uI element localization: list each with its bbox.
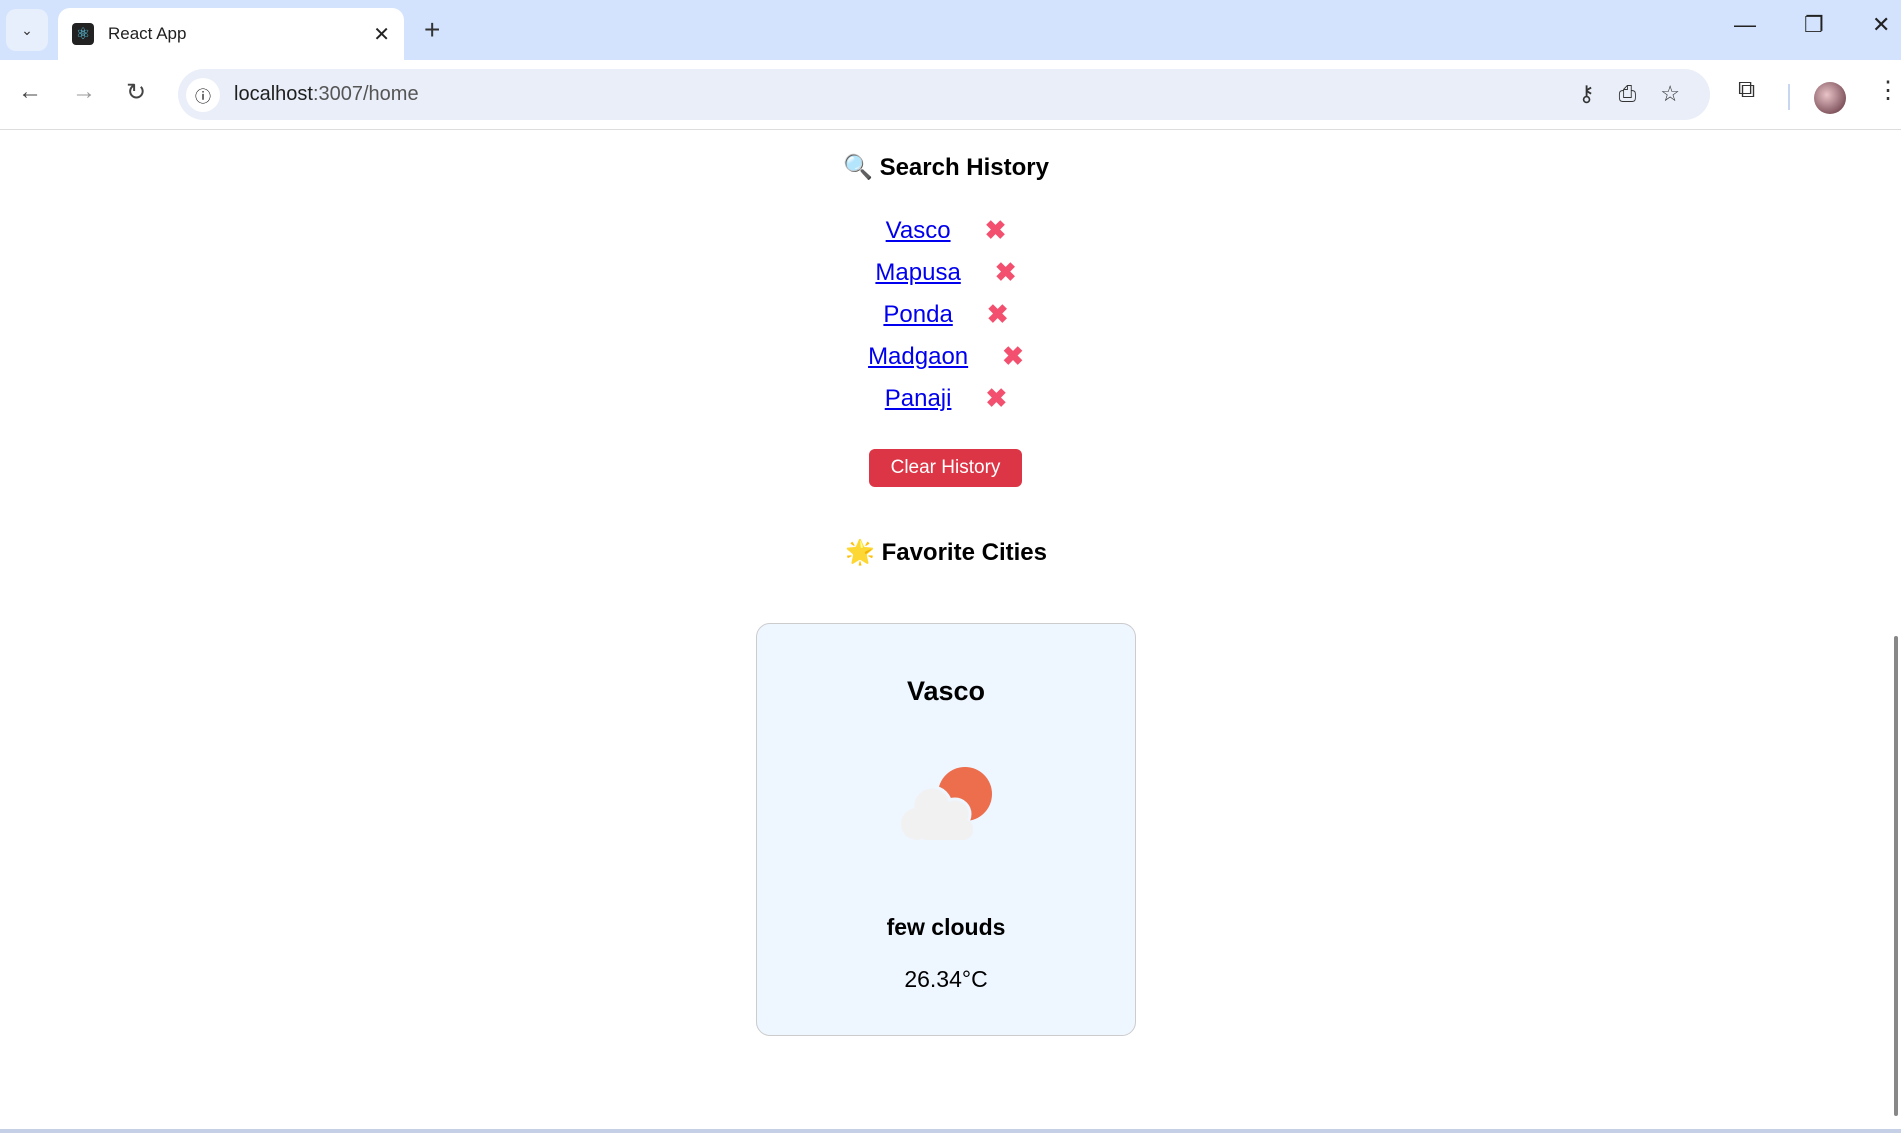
- react-favicon: ⚛: [72, 23, 94, 45]
- restore-icon[interactable]: ❐: [1804, 12, 1824, 38]
- reload-icon[interactable]: ↻: [126, 78, 146, 107]
- remove-icon[interactable]: ✖: [985, 383, 1007, 414]
- close-tab-icon[interactable]: ✕: [373, 22, 390, 47]
- few-clouds-icon: [901, 767, 992, 840]
- url-path: :3007/home: [312, 83, 419, 105]
- address-bar[interactable]: ⓘ localhost:3007/home ⚷ ⎙ ☆: [178, 69, 1710, 120]
- toolbar-divider: [1788, 84, 1790, 110]
- tab-title: React App: [108, 24, 187, 43]
- url-host: localhost: [234, 83, 313, 105]
- extensions-icon[interactable]: ⧉: [1738, 76, 1755, 104]
- minimize-icon[interactable]: —: [1734, 12, 1756, 38]
- star-icon: 🌟: [845, 539, 875, 566]
- page-content: 🔍 Search History Vasco ✖ Mapusa ✖ Ponda ✖ M…: [0, 131, 1890, 1129]
- history-item: Vasco ✖: [0, 215, 1892, 246]
- remove-icon[interactable]: ✖: [985, 215, 1007, 246]
- search-history-title: Search History: [879, 154, 1049, 181]
- bookmark-star-icon[interactable]: ☆: [1660, 81, 1680, 107]
- remove-icon[interactable]: ✖: [1002, 341, 1024, 372]
- password-key-icon[interactable]: ⚷: [1579, 81, 1595, 107]
- magnifier-icon: 🔍: [843, 154, 873, 181]
- window-close-icon[interactable]: ✕: [1872, 12, 1890, 38]
- new-tab-button[interactable]: +: [424, 14, 440, 46]
- scrollbar[interactable]: [1892, 131, 1901, 1129]
- history-link-vasco[interactable]: Vasco: [886, 217, 951, 245]
- favorite-city-card[interactable]: Vasco few clouds 26.34°C: [756, 623, 1136, 1036]
- card-weather-description: few clouds: [886, 914, 1006, 940]
- tab-search-button[interactable]: ⌄: [6, 9, 48, 51]
- profile-avatar[interactable]: [1814, 82, 1846, 114]
- scrollbar-thumb[interactable]: [1894, 636, 1898, 1116]
- history-item: Madgaon ✖: [0, 341, 1892, 372]
- tab-react-app[interactable]: ⚛ React App ✕: [58, 8, 404, 60]
- window-bottom-border: [0, 1129, 1901, 1133]
- menu-icon[interactable]: ⋮: [1876, 76, 1900, 105]
- card-city-name: Vasco: [906, 676, 986, 706]
- browser-toolbar: ← → ↻ ⓘ localhost:3007/home ⚷ ⎙ ☆ ⧉ ⋮: [0, 60, 1901, 130]
- favorite-cities-heading: 🌟 Favorite Cities: [0, 538, 1892, 567]
- remove-icon[interactable]: ✖: [987, 299, 1009, 330]
- search-history-heading: 🔍 Search History: [0, 153, 1892, 182]
- card-temperature: 26.34°C: [904, 966, 988, 992]
- url-text[interactable]: localhost:3007/home: [234, 83, 419, 106]
- install-app-icon[interactable]: ⎙: [1619, 81, 1637, 107]
- history-link-madgaon[interactable]: Madgaon: [868, 343, 968, 371]
- tab-strip: ⌄ ⚛ React App ✕ + — ❐ ✕: [0, 0, 1901, 60]
- forward-icon[interactable]: →: [72, 78, 96, 106]
- history-item: Panaji ✖: [0, 383, 1892, 414]
- back-icon[interactable]: ←: [18, 78, 42, 106]
- clear-history-button[interactable]: Clear History: [869, 449, 1022, 487]
- site-info-icon[interactable]: ⓘ: [186, 77, 220, 112]
- favorite-cities-title: Favorite Cities: [881, 539, 1047, 566]
- history-link-panaji[interactable]: Panaji: [885, 385, 952, 413]
- history-link-mapusa[interactable]: Mapusa: [875, 259, 960, 287]
- history-link-ponda[interactable]: Ponda: [883, 301, 952, 329]
- history-item: Ponda ✖: [0, 299, 1892, 330]
- remove-icon[interactable]: ✖: [995, 257, 1017, 288]
- history-item: Mapusa ✖: [0, 257, 1892, 288]
